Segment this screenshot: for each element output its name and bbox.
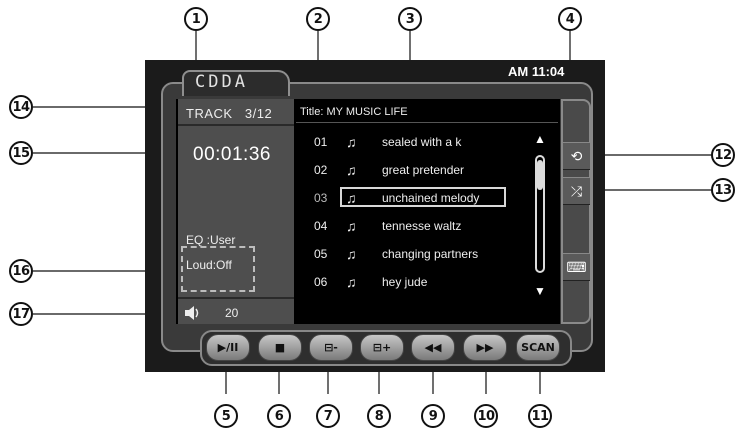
title-divider [296, 122, 558, 123]
keypad-button[interactable]: ⌨ [563, 253, 590, 281]
track-info: TRACK 3/12 [186, 106, 272, 121]
track-name: unchained melody [382, 191, 480, 205]
rewind-icon: ◀◀ [424, 341, 442, 354]
callout-10: 10 [474, 404, 498, 428]
music-note-icon: ♫ [346, 134, 357, 150]
music-note-icon: ♫ [346, 162, 357, 178]
callout-4: 4 [558, 7, 582, 31]
track-name: hey jude [382, 275, 428, 289]
track-number: 06 [314, 275, 328, 289]
track-number: 03 [314, 191, 328, 205]
album-title: Title: MY MUSIC LIFE [300, 106, 408, 118]
volume-level: 20 [225, 306, 239, 320]
track-number: 05 [314, 247, 328, 261]
shuffle-icon: ⤮ [570, 182, 583, 199]
callout-12: 12 [711, 143, 735, 167]
callout-5: 5 [214, 404, 238, 428]
track-number: 04 [314, 219, 328, 233]
playlist-row[interactable]: 05 ♫ changing partners [300, 243, 512, 265]
track-number: 01 [314, 135, 328, 149]
folder-up-icon: ⊟+ [372, 341, 392, 354]
track-name: changing partners [382, 247, 479, 261]
source-label: CDDA [195, 72, 248, 92]
speaker-icon[interactable] [184, 305, 202, 321]
callout-17: 17 [9, 302, 33, 326]
playlist-row[interactable]: 04 ♫ tennesse waltz [300, 215, 512, 237]
callout-8: 8 [367, 404, 391, 428]
callout-2: 2 [306, 7, 330, 31]
folder-down-icon: ⊟- [324, 341, 338, 354]
scan-button[interactable]: SCAN [516, 334, 560, 361]
callout-1: 1 [184, 7, 208, 31]
callout-15: 15 [9, 141, 33, 165]
repeat-button[interactable]: ⟲ [563, 142, 590, 170]
playlist-row[interactable]: 06 ♫ hey jude [300, 271, 512, 293]
music-note-icon: ♫ [346, 246, 357, 262]
stop-icon: ■ [274, 341, 286, 354]
callout-7: 7 [316, 404, 340, 428]
fast-forward-icon: ▶▶ [476, 341, 494, 354]
previous-button[interactable]: ◀◀ [411, 334, 455, 361]
scroll-down-icon[interactable]: ▼ [534, 284, 546, 298]
folder-down-button[interactable]: ⊟- [309, 334, 353, 361]
repeat-icon: ⟲ [570, 147, 583, 164]
loud-highlight [181, 246, 255, 292]
play-pause-icon: ▶/II [217, 341, 239, 354]
music-note-icon: ♫ [346, 218, 357, 234]
track-name: sealed with a k [382, 135, 462, 149]
music-note-icon: ♫ [346, 190, 357, 206]
scrollbar-thumb[interactable] [537, 160, 543, 190]
callout-3: 3 [398, 7, 422, 31]
playlist-row[interactable]: 03 ♫ unchained melody [300, 187, 512, 209]
track-number: 02 [314, 163, 328, 177]
callout-16: 16 [9, 259, 33, 283]
callout-13: 13 [711, 178, 735, 202]
folder-up-button[interactable]: ⊟+ [360, 334, 404, 361]
side-rail [561, 99, 591, 324]
track-value: 3/12 [244, 106, 273, 121]
callout-9: 9 [421, 404, 445, 428]
shuffle-button[interactable]: ⤮ [563, 177, 590, 205]
playlist-row[interactable]: 02 ♫ great pretender [300, 159, 512, 181]
elapsed-time: 00:01:36 [193, 144, 271, 165]
eq-status: EQ :User [186, 233, 236, 247]
callout-11: 11 [528, 404, 552, 428]
track-name: great pretender [382, 163, 465, 177]
callout-6: 6 [267, 404, 291, 428]
track-name: tennesse waltz [382, 219, 462, 233]
keyboard-icon: ⌨ [566, 258, 587, 275]
clock: AM 11:04 [508, 64, 565, 79]
play-pause-button[interactable]: ▶/II [206, 334, 250, 361]
next-button[interactable]: ▶▶ [463, 334, 507, 361]
scroll-up-icon[interactable]: ▲ [534, 132, 546, 146]
callout-14: 14 [9, 95, 33, 119]
stop-button[interactable]: ■ [258, 334, 302, 361]
music-note-icon: ♫ [346, 274, 357, 290]
track-label: TRACK [186, 106, 233, 121]
scan-label: SCAN [521, 341, 555, 354]
playlist-row[interactable]: 01 ♫ sealed with a k [300, 131, 512, 153]
